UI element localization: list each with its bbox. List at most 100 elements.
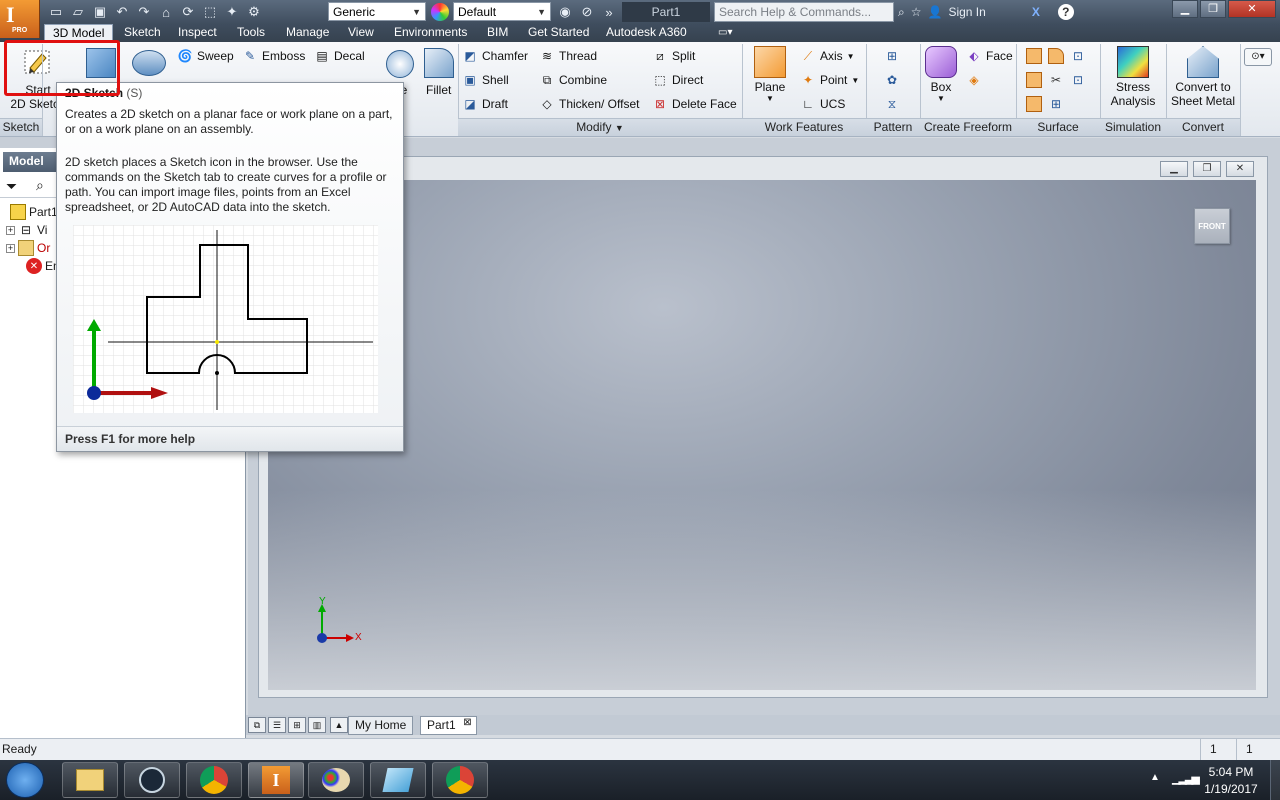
new-file-icon[interactable]: ▭ (46, 2, 66, 22)
sweep-button[interactable]: 🌀 Sweep (177, 46, 234, 66)
viewcube[interactable]: FRONT (1194, 208, 1230, 244)
sculpt-icon[interactable]: ⊡ (1070, 48, 1086, 64)
help-icon[interactable]: ? (1057, 4, 1074, 20)
panel-options-icon[interactable]: ▭▾ (710, 24, 740, 42)
ucs-button[interactable]: ∟ UCS (800, 94, 845, 114)
convert-freeform-button[interactable]: ◈ (966, 70, 982, 90)
expand-icon[interactable]: + (6, 243, 15, 253)
clear-appearance-icon[interactable]: ⊘ (577, 2, 597, 22)
patch-icon[interactable] (1026, 72, 1042, 88)
taskbar-time[interactable]: 5:04 PM (1196, 765, 1266, 779)
thicken-surface-icon[interactable] (1026, 48, 1042, 64)
tab-inspect[interactable]: Inspect (170, 24, 225, 42)
star-icon[interactable]: ☆ (911, 5, 922, 19)
model-browser-header[interactable]: Model ▾ (3, 152, 59, 182)
network-signal-icon[interactable]: ▁▂▃▅ (1172, 772, 1200, 785)
undo-icon[interactable]: ↶ (112, 2, 132, 22)
tree-item-end-of-part[interactable]: ✕ En (26, 258, 60, 274)
file-explorer-taskbar-button[interactable] (62, 762, 118, 798)
trim-icon[interactable]: ✂ (1048, 72, 1064, 88)
chrome-taskbar-button[interactable] (186, 762, 242, 798)
tile-icon[interactable]: ⧉ (248, 717, 266, 733)
more-icon[interactable]: » (599, 2, 619, 22)
settings-icon[interactable]: ⚙ (244, 2, 264, 22)
hole-icon[interactable] (386, 50, 414, 78)
doc-close-button[interactable]: ✕ (1226, 161, 1254, 177)
steam-taskbar-button[interactable] (124, 762, 180, 798)
tab-autodesk-a360[interactable]: Autodesk A360 (598, 24, 695, 42)
shell-button[interactable]: ▣ Shell (462, 70, 508, 90)
thicken-offset-button[interactable]: ◇ Thicken/ Offset (539, 94, 639, 114)
inventor-taskbar-button[interactable]: I (248, 762, 304, 798)
tree-item-part[interactable]: Part1 (10, 204, 58, 220)
plane-button[interactable]: Plane ▼ (750, 46, 790, 103)
tab-my-home[interactable]: My Home (348, 716, 414, 735)
application-menu-button[interactable]: I PRO (0, 0, 40, 38)
show-desktop-button[interactable] (1270, 760, 1280, 800)
filter-icon[interactable]: ⏷ (6, 178, 17, 195)
show-hidden-icons-icon[interactable]: ▲ (1150, 772, 1160, 783)
circular-pattern-button[interactable]: ✿ (884, 70, 900, 90)
ruled-surface-icon[interactable] (1026, 96, 1042, 112)
binoculars-icon[interactable]: ⌕ (898, 5, 905, 20)
start-orb-icon[interactable] (6, 762, 44, 798)
doc-minimize-button[interactable]: ▁ (1160, 161, 1188, 177)
user-icon[interactable]: 👤 (928, 5, 943, 19)
graphics-viewport[interactable] (268, 180, 1256, 690)
tab-environments[interactable]: Environments (386, 24, 475, 42)
fillet-icon[interactable] (424, 48, 454, 78)
direct-button[interactable]: ⬚ Direct (652, 70, 703, 90)
delete-face-button[interactable]: ⊠ Delete Face (652, 94, 737, 114)
tab-tools[interactable]: Tools (229, 24, 273, 42)
modify-panel-title[interactable]: Modify ▼ (458, 118, 742, 136)
mirror-button[interactable]: ⧖ (884, 94, 900, 114)
open-folder-icon[interactable]: ▱ (68, 2, 88, 22)
select-icon[interactable]: ⬚ (200, 2, 220, 22)
tab-manage[interactable]: Manage (278, 24, 337, 42)
tab-part1[interactable]: Part1 ⊠ (420, 716, 477, 735)
decal-button[interactable]: ▤ Decal (314, 46, 364, 66)
draft-button[interactable]: ◪ Draft (462, 94, 508, 114)
tile-vertical-icon[interactable]: ▥ (308, 717, 326, 733)
stress-analysis-button[interactable]: Stress Analysis (1104, 46, 1162, 108)
sign-in-link[interactable]: Sign In (948, 5, 985, 19)
tab-view[interactable]: View (340, 24, 382, 42)
adjust-appearance-icon[interactable]: ◉ (555, 2, 575, 22)
fillet-button[interactable]: Fillet (426, 80, 451, 100)
redo-icon[interactable]: ↷ (134, 2, 154, 22)
tree-item-origin[interactable]: + Or (6, 240, 50, 256)
convert-to-sheet-metal-button[interactable]: Convert to Sheet Metal (1168, 46, 1238, 108)
search-input[interactable]: Search Help & Commands... (714, 2, 894, 22)
chamfer-button[interactable]: ◩ Chamfer (462, 46, 528, 66)
replace-face-icon[interactable]: ⊞ (1048, 96, 1064, 112)
revolve-icon[interactable] (132, 50, 166, 76)
chrome-2-taskbar-button[interactable] (432, 762, 488, 798)
home-icon[interactable]: ⌂ (156, 2, 176, 22)
taskbar-date[interactable]: 1/19/2017 (1196, 782, 1266, 796)
paint-taskbar-button[interactable] (308, 762, 364, 798)
close-tab-icon[interactable]: ⊠ (463, 717, 471, 728)
restore-button[interactable]: ❐ (1200, 0, 1226, 18)
chevron-up-icon[interactable]: ▲ (330, 717, 348, 733)
doc-restore-button[interactable]: ❐ (1193, 161, 1221, 177)
stitch-icon[interactable] (1048, 48, 1064, 64)
material-dropdown[interactable]: Generic ▼ (328, 2, 426, 21)
tile-horizontal-icon[interactable]: ☰ (268, 717, 286, 733)
update-icon[interactable]: ⟳ (178, 2, 198, 22)
emboss-button[interactable]: ✎ Emboss (242, 46, 305, 66)
measure-icon[interactable]: ✦ (222, 2, 242, 22)
axis-button[interactable]: ⟋ Axis ▼ (800, 46, 855, 66)
extend-icon[interactable]: ⊡ (1070, 72, 1086, 88)
face-button[interactable]: ⬖ Face (966, 46, 1012, 66)
app-taskbar-button[interactable] (370, 762, 426, 798)
rectangular-pattern-button[interactable]: ⊞ (884, 46, 900, 66)
combine-button[interactable]: ⧉ Combine (539, 70, 607, 90)
thread-button[interactable]: ≋ Thread (539, 46, 597, 66)
tree-item-view[interactable]: + ⊟ Vi (6, 222, 47, 238)
minimize-button[interactable]: ▁ (1172, 0, 1198, 18)
ribbon-options-button[interactable]: ⊙▾ (1244, 48, 1272, 66)
tab-get-started[interactable]: Get Started (520, 24, 597, 42)
appearance-dropdown[interactable]: Default ▼ (453, 2, 551, 21)
tab-bim[interactable]: BIM (479, 24, 516, 42)
expand-icon[interactable]: + (6, 225, 15, 235)
